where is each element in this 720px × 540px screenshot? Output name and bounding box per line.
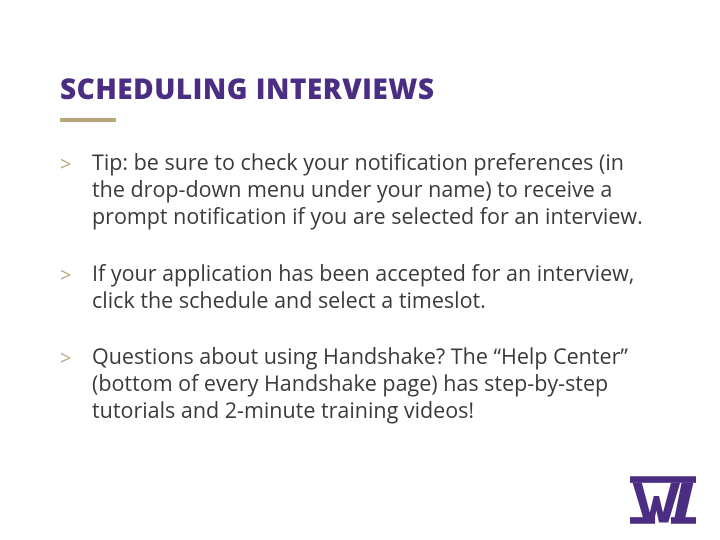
title-underline — [60, 118, 116, 122]
list-item-text: Questions about using Handshake? The “He… — [92, 342, 628, 425]
bullet-glyph-icon: > — [60, 150, 71, 177]
list-item-text: If your application has been accepted fo… — [92, 259, 634, 315]
bullet-glyph-icon: > — [60, 344, 71, 371]
slide: SCHEDULING INTERVIEWS > Tip: be sure to … — [0, 0, 720, 540]
uw-logo-icon — [630, 476, 696, 524]
list-item: > Tip: be sure to check your notificatio… — [60, 150, 660, 231]
bullet-list: > Tip: be sure to check your notificatio… — [60, 150, 660, 425]
slide-title: SCHEDULING INTERVIEWS — [60, 70, 660, 108]
list-item-text: Tip: be sure to check your notification … — [92, 148, 643, 231]
list-item: > Questions about using Handshake? The “… — [60, 344, 660, 425]
bullet-glyph-icon: > — [60, 261, 71, 288]
list-item: > If your application has been accepted … — [60, 261, 660, 315]
